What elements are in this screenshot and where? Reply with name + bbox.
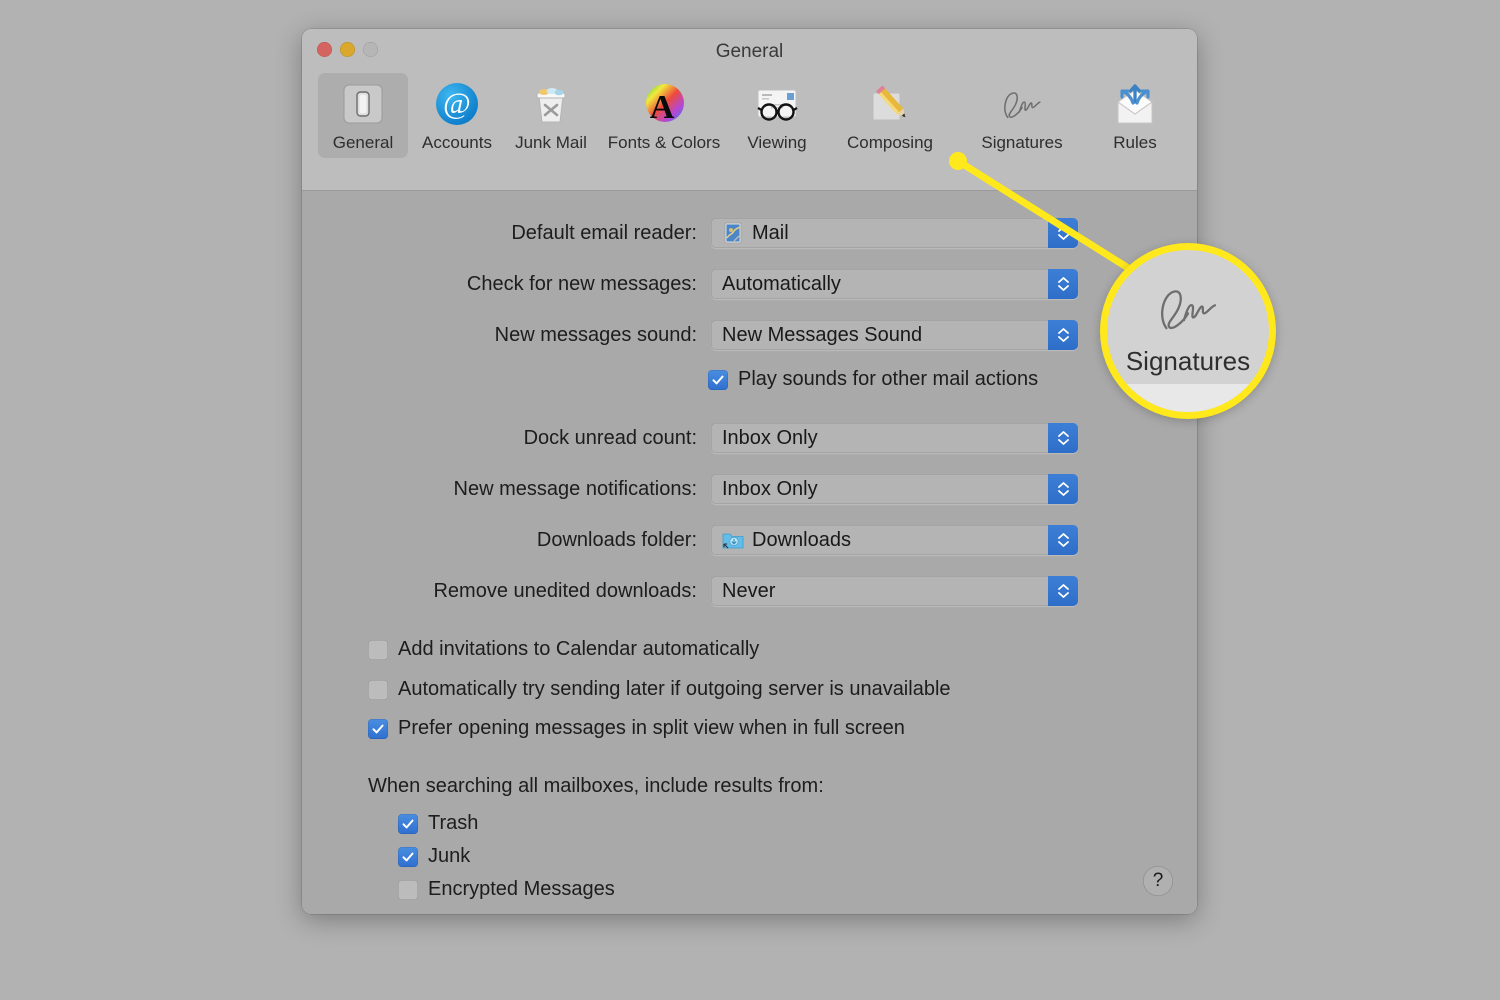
- stepper-arrows[interactable]: [1048, 474, 1078, 504]
- envelope-arrows-icon: [1110, 79, 1160, 129]
- window-titlebar: General: [302, 29, 1197, 73]
- at-sign-icon: @: [432, 79, 482, 129]
- checkbox-label: Trash: [428, 812, 479, 834]
- checkbox-row-play-sounds[interactable]: Play sounds for other mail actions: [708, 368, 1038, 391]
- setting-row-default-email-reader: Default email reader: Mail: [302, 218, 1078, 248]
- popup-value: Inbox Only: [722, 426, 818, 449]
- checkbox-row-encrypted-messages[interactable]: Encrypted Messages: [398, 878, 615, 901]
- junk-checkbox[interactable]: [398, 846, 418, 867]
- callout-bottom-strip: [1107, 384, 1269, 412]
- popup-value: Downloads: [752, 528, 851, 551]
- toolbar-item-composing[interactable]: Composing: [826, 73, 954, 158]
- setting-label: Default email reader:: [511, 221, 697, 244]
- toolbar-item-label: Junk Mail: [515, 133, 587, 152]
- checkbox-row-trash[interactable]: Trash: [398, 812, 478, 835]
- preferences-window: General General @ Accounts Junk Mail A F…: [302, 29, 1197, 914]
- setting-label: Remove unedited downloads:: [433, 579, 697, 602]
- svg-text:A: A: [650, 89, 675, 126]
- default-email-reader-popup[interactable]: Mail: [711, 218, 1078, 248]
- checkbox-row-auto-send-later[interactable]: Automatically try sending later if outgo…: [368, 678, 951, 701]
- toolbar-item-label: Rules: [1113, 133, 1157, 152]
- mail-app-icon: [722, 222, 744, 244]
- setting-label: Check for new messages:: [466, 272, 697, 295]
- page-title: General: [715, 41, 784, 62]
- toolbar-item-fonts-colors[interactable]: A Fonts & Colors: [600, 73, 728, 158]
- toolbar-item-label: General: [332, 133, 394, 152]
- toolbar-item-label: Accounts: [422, 133, 492, 152]
- popup-value: Never: [722, 579, 776, 602]
- stepper-arrows[interactable]: [1048, 320, 1078, 350]
- checkbox-label: Junk: [428, 845, 471, 867]
- toolbar-item-label: Composing: [847, 133, 933, 152]
- callout-label: Signatures: [1125, 345, 1251, 376]
- encrypted-messages-checkbox[interactable]: [398, 879, 418, 900]
- setting-row-dock-unread-count: Dock unread count: Inbox Only: [302, 423, 1078, 453]
- setting-row-check-new-messages: Check for new messages: Automatically: [302, 269, 1078, 299]
- toolbar-item-label: Fonts & Colors: [607, 133, 721, 152]
- checkbox-row-prefer-split-view[interactable]: Prefer opening messages in split view wh…: [368, 717, 905, 740]
- checkbox-label: Play sounds for other mail actions: [738, 368, 1039, 390]
- pencil-paper-icon: [865, 79, 915, 129]
- setting-label: New message notifications:: [453, 477, 697, 500]
- svg-text:@: @: [443, 87, 471, 120]
- glasses-letter-icon: [752, 79, 802, 129]
- callout-magnifier: Signatures: [1100, 243, 1276, 419]
- setting-label: New messages sound:: [494, 323, 697, 346]
- setting-label: Dock unread count:: [523, 426, 697, 449]
- new-messages-sound-popup[interactable]: New Messages Sound: [711, 320, 1078, 350]
- popup-value: Inbox Only: [722, 477, 818, 500]
- trash-checkbox[interactable]: [398, 813, 418, 834]
- checkbox-label: Add invitations to Calendar automaticall…: [398, 638, 760, 660]
- stepper-arrows[interactable]: [1048, 423, 1078, 453]
- setting-row-new-message-notifications: New message notifications: Inbox Only: [302, 474, 1078, 504]
- toolbar-item-accounts[interactable]: @ Accounts: [412, 73, 502, 158]
- stepper-arrows[interactable]: [1048, 218, 1078, 248]
- popup-value: Mail: [752, 221, 789, 244]
- stepper-arrows[interactable]: [1048, 269, 1078, 299]
- trash-can-icon: [526, 79, 576, 129]
- check-new-messages-popup[interactable]: Automatically: [711, 269, 1078, 299]
- general-settings-panel: Default email reader: Mail Check for new…: [302, 191, 1197, 914]
- setting-row-downloads-folder: Downloads folder: Downloads: [302, 525, 1078, 555]
- add-invitations-checkbox[interactable]: [368, 639, 388, 660]
- signature-icon: [997, 79, 1047, 129]
- checkbox-label: Prefer opening messages in split view wh…: [398, 717, 905, 739]
- preferences-toolbar: General @ Accounts Junk Mail A Fonts & C…: [302, 73, 1197, 191]
- play-sounds-checkbox[interactable]: [708, 369, 728, 390]
- stepper-arrows[interactable]: [1048, 576, 1078, 606]
- auto-send-later-checkbox[interactable]: [368, 679, 388, 700]
- toolbar-item-general[interactable]: General: [318, 73, 408, 158]
- toolbar-item-viewing[interactable]: Viewing: [732, 73, 822, 158]
- stepper-arrows[interactable]: [1048, 525, 1078, 555]
- toolbar-item-rules[interactable]: Rules: [1090, 73, 1180, 158]
- setting-row-remove-unedited-downloads: Remove unedited downloads: Never: [302, 576, 1078, 606]
- dock-unread-count-popup[interactable]: Inbox Only: [711, 423, 1078, 453]
- checkbox-label: Encrypted Messages: [428, 878, 615, 900]
- popup-value: New Messages Sound: [722, 323, 923, 346]
- help-button[interactable]: ?: [1143, 866, 1173, 896]
- font-colors-icon: A: [639, 79, 689, 129]
- toolbar-item-signatures[interactable]: Signatures: [958, 73, 1086, 158]
- checkbox-row-add-invitations[interactable]: Add invitations to Calendar automaticall…: [368, 638, 759, 661]
- remove-unedited-downloads-popup[interactable]: Never: [711, 576, 1078, 606]
- toolbar-item-junk-mail[interactable]: Junk Mail: [506, 73, 596, 158]
- signature-icon: [1142, 277, 1234, 344]
- checkbox-label: Automatically try sending later if outgo…: [398, 678, 951, 700]
- downloads-folder-icon: [722, 530, 744, 550]
- downloads-folder-popup[interactable]: Downloads: [711, 525, 1078, 555]
- prefer-split-view-checkbox[interactable]: [368, 718, 388, 739]
- general-switch-icon: [338, 79, 388, 129]
- new-message-notifications-popup[interactable]: Inbox Only: [711, 474, 1078, 504]
- setting-label: Downloads folder:: [536, 528, 697, 551]
- checkbox-row-junk[interactable]: Junk: [398, 845, 470, 868]
- setting-row-new-messages-sound: New messages sound: New Messages Sound: [302, 320, 1078, 350]
- toolbar-item-label: Signatures: [981, 133, 1063, 152]
- toolbar-item-label: Viewing: [747, 133, 807, 152]
- popup-value: Automatically: [722, 272, 841, 295]
- search-mailboxes-section-label: When searching all mailboxes, include re…: [368, 775, 824, 797]
